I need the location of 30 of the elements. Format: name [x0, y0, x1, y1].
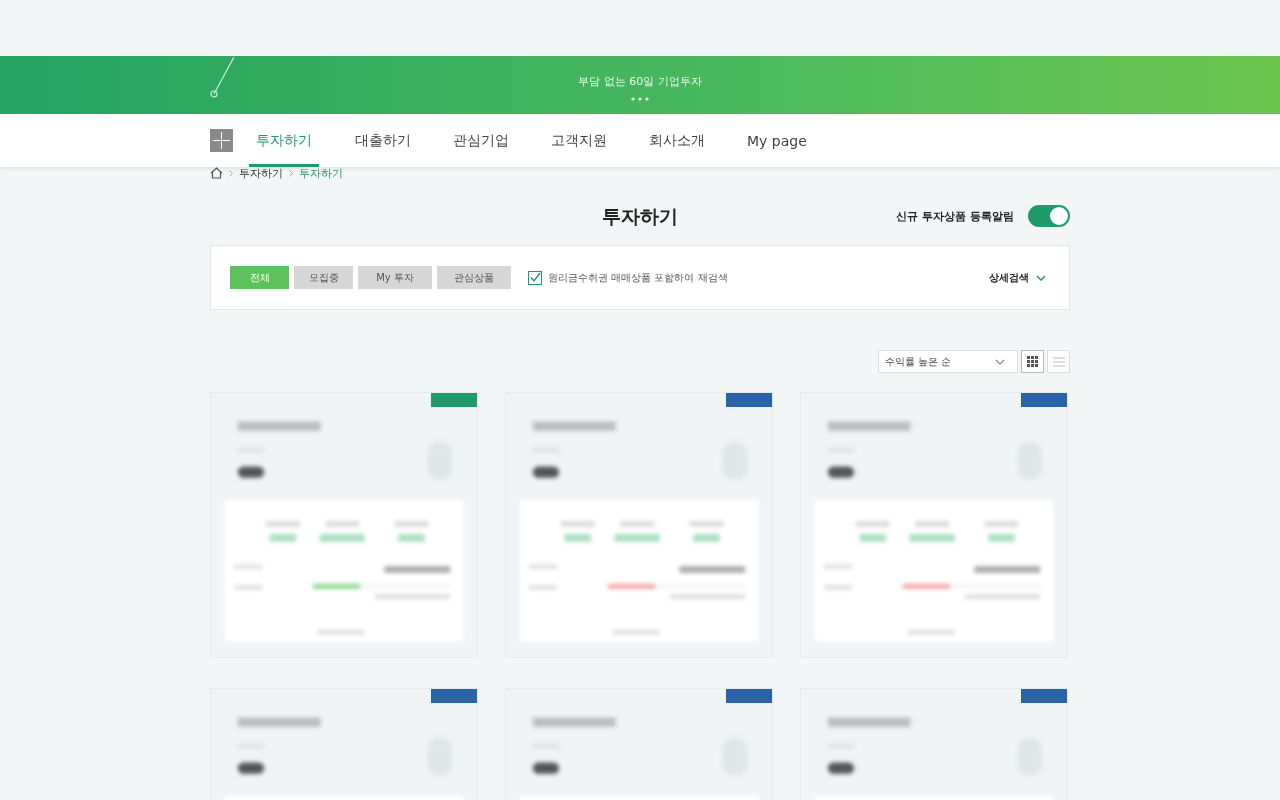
list-icon — [1052, 356, 1065, 367]
sort-dropdown[interactable]: 수익률 높은 순 — [878, 350, 1018, 373]
filter-tab[interactable]: 모집중 — [294, 266, 353, 289]
filter-tab[interactable]: My 투자 — [358, 266, 432, 289]
nav-tab[interactable]: 고객지원 — [545, 114, 613, 167]
page-title: 투자하기 — [602, 204, 678, 229]
line-circle-icon — [210, 56, 236, 98]
filter-tab[interactable]: 관심상품 — [437, 266, 511, 289]
chevron-right-icon — [289, 169, 293, 177]
logo-icon[interactable] — [210, 129, 233, 152]
checkbox-label[interactable]: 원리금수취권 매매상품 포함하여 재검색 — [548, 270, 728, 285]
banner-subtitle: 부담 없는 60일 기업투자 — [578, 74, 702, 89]
chevron-down-icon — [1036, 274, 1046, 281]
dots-icon — [631, 97, 649, 101]
nav-tab[interactable]: 관심기업 — [447, 114, 515, 167]
toggle-label: 신규 투자상품 등록알림 — [896, 208, 1014, 224]
grid-view-button[interactable] — [1021, 350, 1044, 373]
nav-tab[interactable]: 대출하기 — [349, 114, 417, 167]
home-icon[interactable] — [210, 167, 223, 179]
chevron-right-icon — [229, 169, 233, 177]
nav-tab[interactable]: 투자하기 — [249, 114, 319, 167]
breadcrumb-link[interactable]: 투자하기 — [299, 167, 343, 181]
nav-tab[interactable]: 회사소개 — [643, 114, 711, 167]
grid-icon — [1027, 356, 1038, 367]
toggle-switch[interactable] — [1028, 205, 1070, 227]
detail-search-button[interactable]: 상세검색 — [985, 270, 1050, 285]
nav-tab[interactable]: My page — [741, 114, 813, 167]
chevron-down-icon — [995, 358, 1005, 365]
breadcrumb-link[interactable]: 투자하기 — [239, 167, 283, 181]
checkbox[interactable] — [528, 270, 542, 285]
